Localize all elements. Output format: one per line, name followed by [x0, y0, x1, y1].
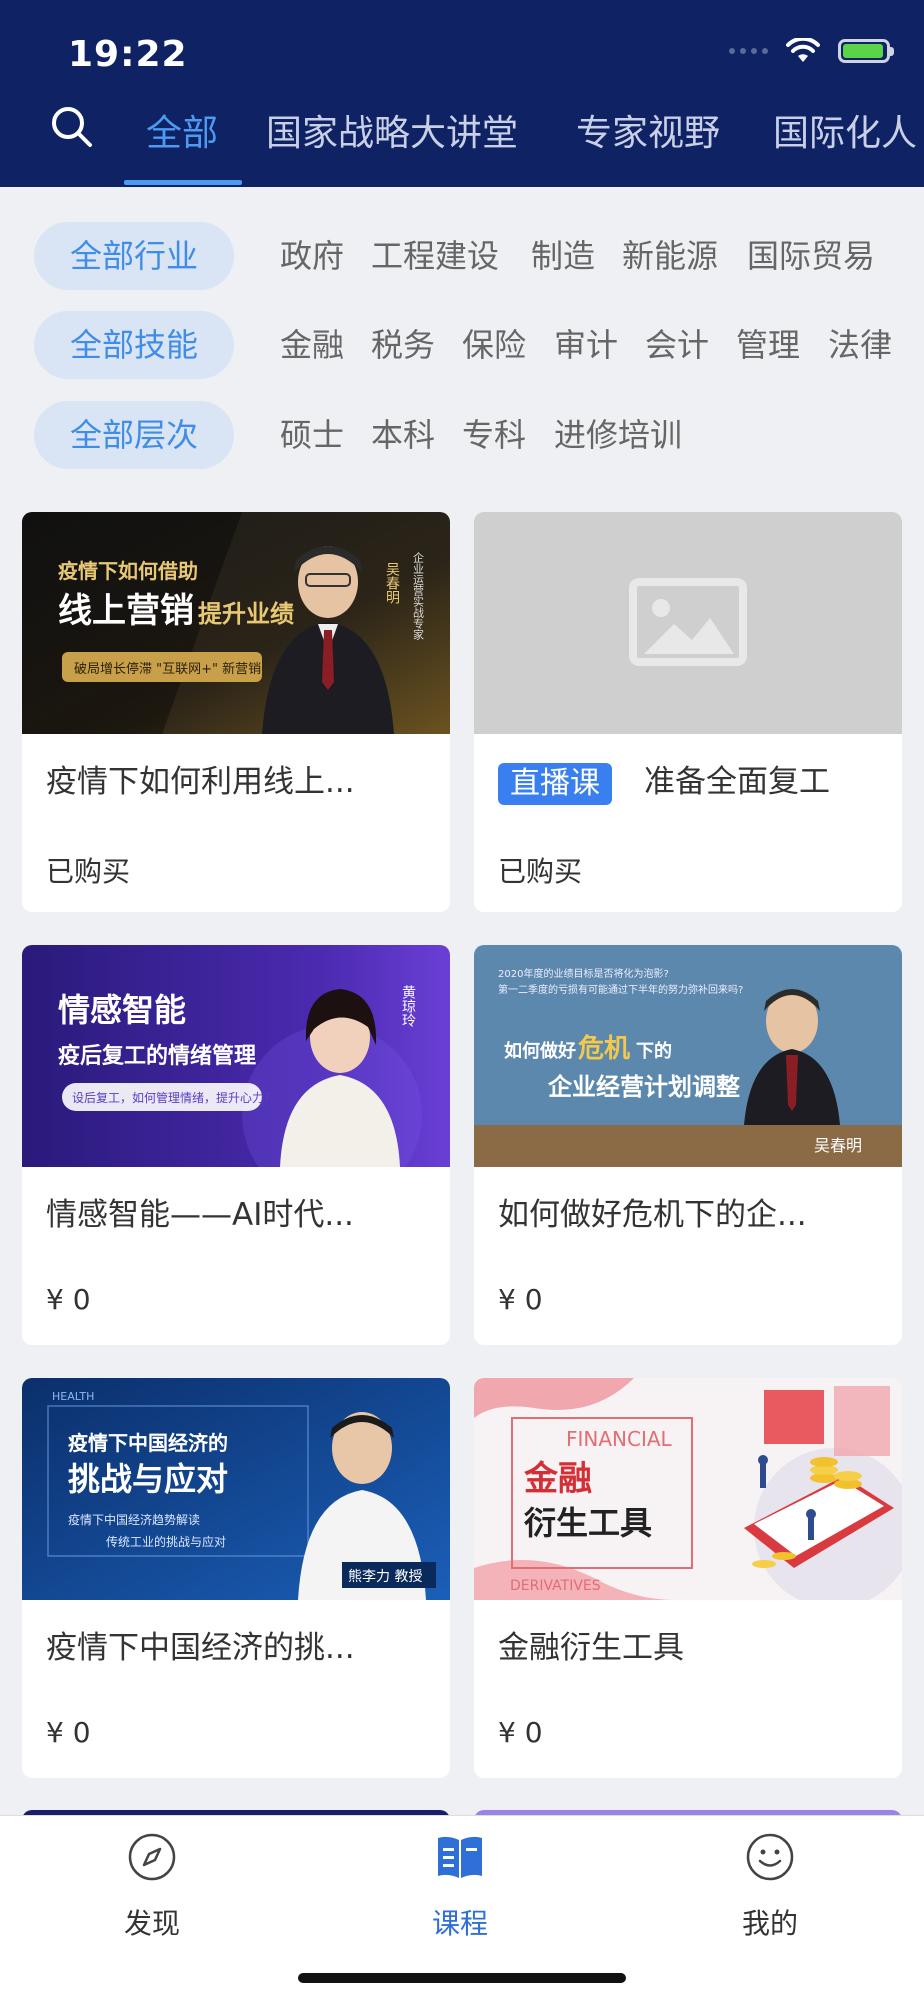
filter-option[interactable]: 法律	[828, 311, 892, 379]
course-thumbnail-placeholder	[474, 512, 902, 734]
filter-option[interactable]: 金融	[280, 311, 344, 379]
thumb-text: 熊李力 教授	[348, 1569, 422, 1585]
thumb-text: 线上营销	[58, 591, 194, 631]
course-price: ¥ 0	[46, 1716, 91, 1749]
thumb-text: 疫情下中国经济趋势解读	[68, 1512, 200, 1527]
thumb-text: 吴春明	[384, 562, 400, 605]
filter-all-level[interactable]: 全部层次	[34, 401, 234, 469]
course-card[interactable]: FINANCIAL 金融 衍生工具 DERIVATIVES 金融衍生工具 ¥ 0	[474, 1378, 902, 1778]
status-icons	[729, 38, 894, 64]
signal-icon	[729, 48, 768, 54]
course-thumbnail: HEALTH 疫情下中国经济的 挑战与应对 疫情下中国经济趋势解读 传统工业的挑…	[22, 1378, 450, 1600]
compass-icon	[128, 1833, 176, 1881]
course-title: 疫情下中国经济的挑...	[46, 1630, 355, 1666]
home-indicator	[298, 1973, 626, 1983]
thumb-text: 危机	[578, 1033, 630, 1064]
course-status: 已购买	[46, 855, 131, 888]
course-thumbnail: 疫情下如何借助 线上营销 提升业绩 破局增长停滞 "互联网+" 新营销 吴春明 …	[22, 512, 450, 734]
course-card[interactable]: 2020年度的业绩目标是否将化为泡影? 第一二季度的亏损有可能通过下半年的努力弥…	[474, 945, 902, 1345]
filter-option[interactable]: 制造	[531, 222, 595, 290]
course-thumbnail: 情感智能 疫后复工的情绪管理 设后复工，如何管理情绪，提升心力? 黄琼玲	[22, 945, 450, 1167]
filter-option[interactable]: 政府	[280, 222, 344, 290]
filter-option[interactable]: 国际贸易	[747, 222, 875, 290]
thumb-text: FINANCIAL	[566, 1427, 673, 1451]
filter-option[interactable]: 管理	[736, 311, 800, 379]
filter-option[interactable]: 会计	[645, 311, 709, 379]
thumb-text: 第一二季度的亏损有可能通过下半年的努力弥补回来吗?	[498, 983, 743, 996]
thumb-text: 提升业绩	[198, 600, 294, 628]
battery-icon	[838, 39, 894, 63]
tab-all[interactable]: 全部	[146, 104, 218, 187]
thumb-text: 情感智能	[58, 991, 186, 1029]
status-time: 19:22	[68, 34, 188, 75]
thumb-text: HEALTH	[52, 1390, 94, 1403]
tab-internationalization[interactable]: 国际化人	[773, 104, 917, 187]
filter-row-industry: 全部行业 政府 工程建设 制造 新能源 国际贸易	[0, 222, 924, 290]
filter-option[interactable]: 进修培训	[554, 401, 682, 469]
course-price: ¥ 0	[46, 1283, 91, 1316]
course-title: 疫情下如何利用线上...	[46, 764, 355, 800]
thumb-text: 吴春明	[814, 1136, 862, 1155]
filter-row-skill: 全部技能 金融 税务 保险 审计 会计 管理 法律	[0, 311, 924, 379]
book-icon	[438, 1836, 482, 1878]
nav-label: 课程	[431, 1907, 488, 1940]
live-badge: 直播课	[498, 762, 612, 805]
thumb-text: 疫情下如何借助	[58, 559, 198, 583]
thumb-text: 设后复工，如何管理情绪，提升心力?	[72, 1090, 270, 1105]
category-tabs: 全部 国家战略大讲堂 专家视野 国际化人	[0, 100, 924, 187]
thumb-text: 金融	[523, 1459, 592, 1499]
image-placeholder-icon	[629, 578, 747, 666]
course-title-row: 直播课 准备全面复工	[498, 756, 878, 805]
thumb-text: 疫情下中国经济的	[68, 1431, 228, 1455]
course-price: ¥ 0	[498, 1283, 543, 1316]
filter-option[interactable]: 保险	[462, 311, 526, 379]
thumb-text: 企业运营实战专家	[412, 551, 425, 640]
thumb-text: 衍生工具	[524, 1504, 652, 1542]
tab-national-strategy[interactable]: 国家战略大讲堂	[266, 104, 518, 187]
header: 19:22 全部 国家战略大讲堂 专家视野 国际化人	[0, 0, 924, 187]
course-thumbnail: 2020年度的业绩目标是否将化为泡影? 第一二季度的亏损有可能通过下半年的努力弥…	[474, 945, 902, 1167]
tab-expert-view[interactable]: 专家视野	[576, 104, 720, 187]
course-title: 情感智能——AI时代...	[46, 1197, 354, 1233]
filter-option[interactable]: 专科	[462, 401, 526, 469]
thumb-text: 下的	[636, 1040, 672, 1062]
thumb-text: 黄琼玲	[400, 984, 416, 1027]
active-tab-indicator	[124, 180, 242, 185]
thumb-text: 如何做好	[504, 1040, 576, 1062]
filter-all-industry[interactable]: 全部行业	[34, 222, 234, 290]
course-card[interactable]: 疫情下如何借助 线上营销 提升业绩 破局增长停滞 "互联网+" 新营销 吴春明 …	[22, 512, 450, 912]
filter-option[interactable]: 硕士	[280, 401, 344, 469]
smiley-icon	[746, 1833, 794, 1881]
thumb-text: 2020年度的业绩目标是否将化为泡影?	[498, 967, 669, 980]
filter-option[interactable]: 审计	[554, 311, 618, 379]
course-card[interactable]: 直播课 准备全面复工 已购买	[474, 512, 902, 912]
filter-option[interactable]: 新能源	[622, 222, 718, 290]
filter-panel: 全部行业 政府 工程建设 制造 新能源 国际贸易 全部技能 金融 税务 保险 审…	[0, 187, 924, 475]
nav-label: 发现	[123, 1907, 180, 1940]
course-card[interactable]: HEALTH 疫情下中国经济的 挑战与应对 疫情下中国经济趋势解读 传统工业的挑…	[22, 1378, 450, 1778]
thumb-text: DERIVATIVES	[510, 1578, 601, 1594]
filter-all-skill[interactable]: 全部技能	[34, 311, 234, 379]
course-thumbnail: FINANCIAL 金融 衍生工具 DERIVATIVES	[474, 1378, 902, 1600]
thumb-text: 挑战与应对	[68, 1460, 228, 1498]
thumb-text: 破局增长停滞 "互联网+" 新营销	[74, 661, 261, 677]
filter-option[interactable]: 税务	[371, 311, 435, 379]
course-title: 准备全面复工	[644, 764, 830, 800]
course-title: 如何做好危机下的企...	[498, 1197, 807, 1233]
course-price: ¥ 0	[498, 1716, 543, 1749]
course-status: 已购买	[498, 855, 583, 888]
course-card[interactable]: 情感智能 疫后复工的情绪管理 设后复工，如何管理情绪，提升心力? 黄琼玲 情感智…	[22, 945, 450, 1345]
thumb-text: 传统工业的挑战与应对	[106, 1534, 226, 1549]
nav-label: 我的	[741, 1907, 798, 1940]
wifi-icon	[786, 38, 820, 64]
filter-row-level: 全部层次 硕士 本科 专科 进修培训	[0, 401, 924, 469]
course-title: 金融衍生工具	[498, 1630, 684, 1666]
thumb-text: 企业经营计划调整	[548, 1072, 740, 1101]
filter-option[interactable]: 本科	[371, 401, 435, 469]
thumb-text: 疫后复工的情绪管理	[58, 1043, 256, 1069]
filter-option[interactable]: 工程建设	[371, 222, 499, 290]
